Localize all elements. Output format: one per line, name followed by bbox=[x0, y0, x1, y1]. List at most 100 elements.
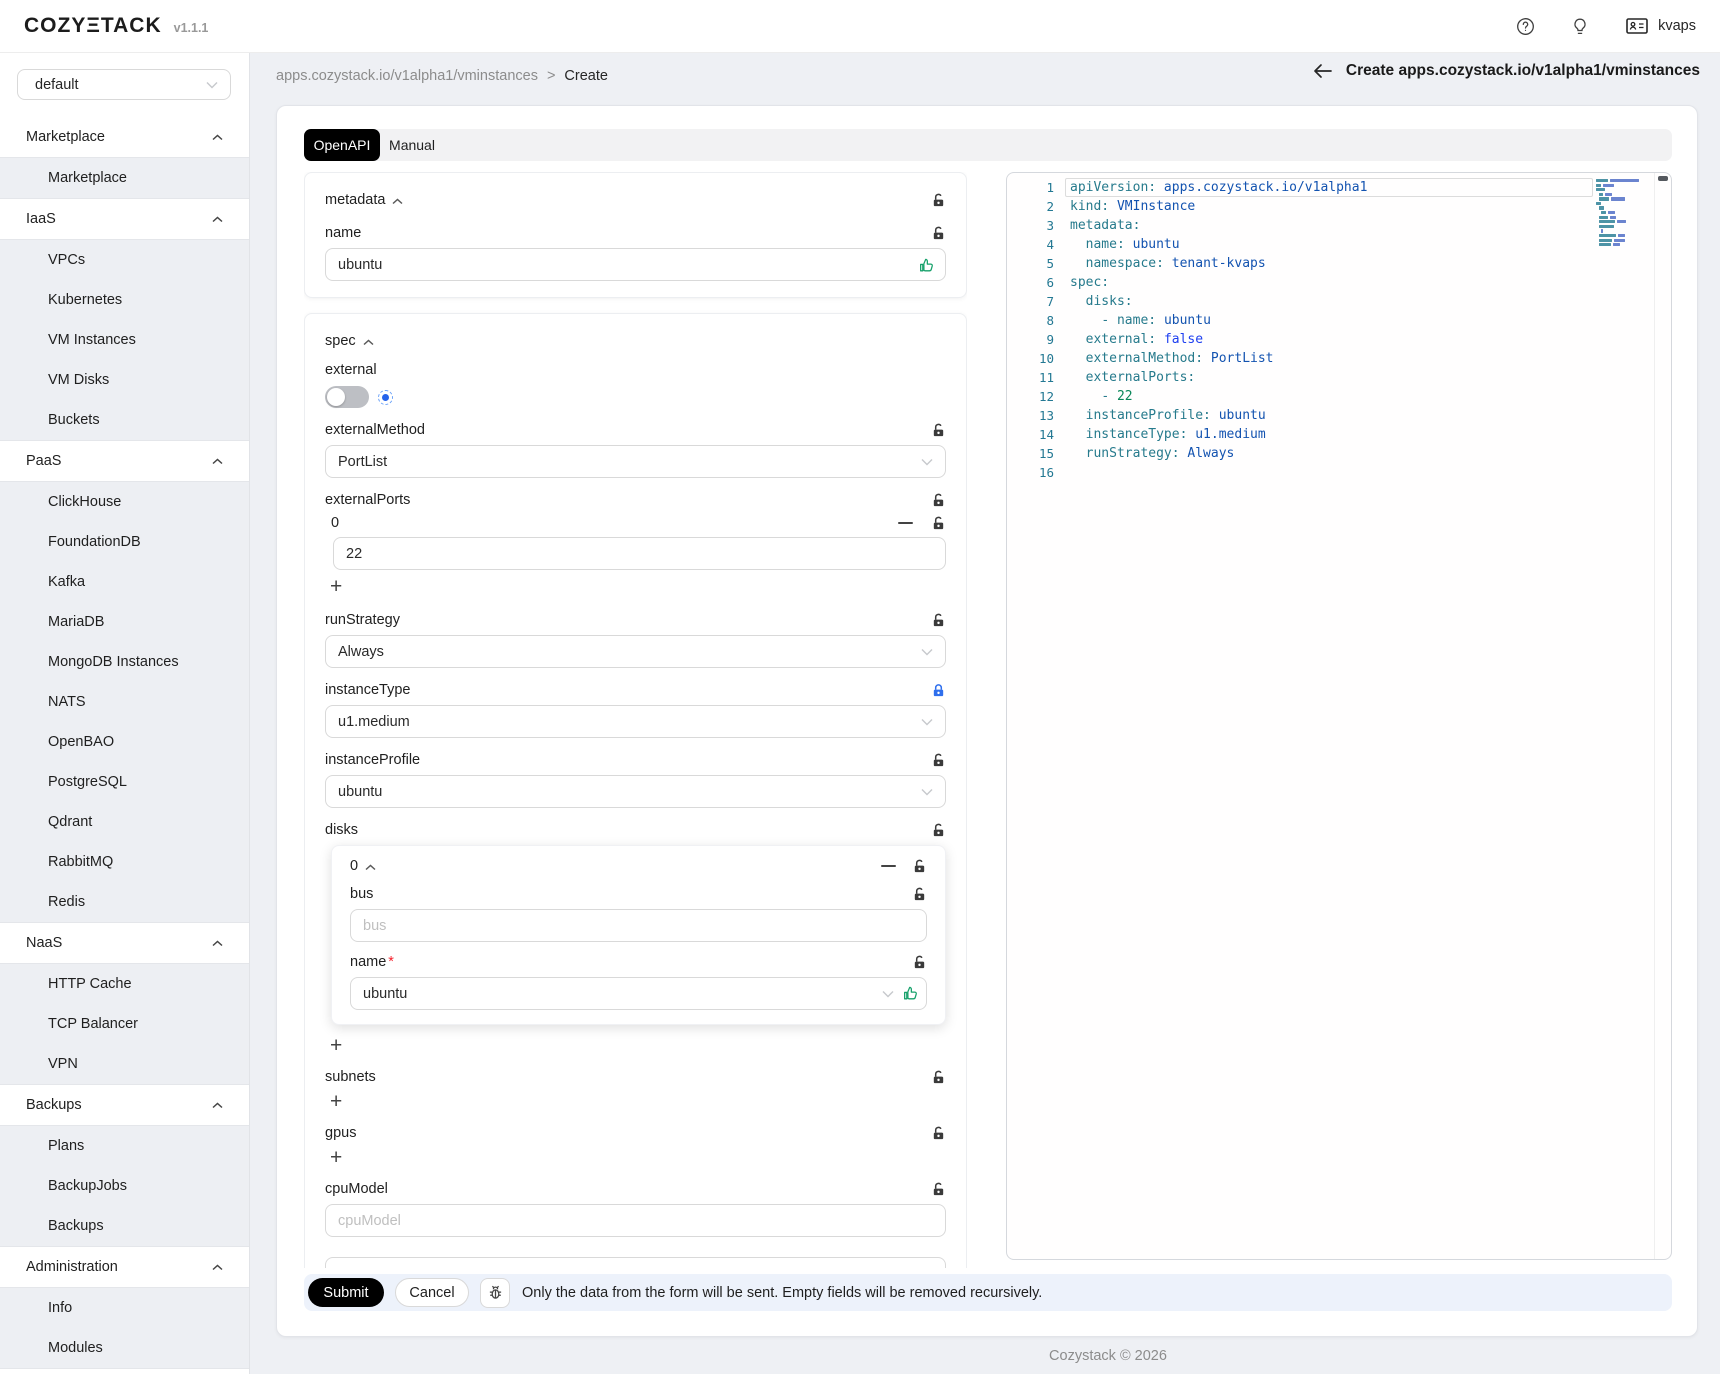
sidebar-item-clickhouse[interactable]: ClickHouse bbox=[0, 482, 249, 522]
lock-open-icon[interactable] bbox=[931, 753, 946, 768]
sidebar-item-mariadb[interactable]: MariaDB bbox=[0, 602, 249, 642]
breadcrumb-path[interactable]: apps.cozystack.io/v1alpha1/vminstances bbox=[276, 68, 538, 84]
sidebar-section-paas[interactable]: PaaS bbox=[0, 441, 249, 481]
back-arrow-icon[interactable] bbox=[1313, 63, 1333, 79]
sidebar-section-iaas[interactable]: IaaS bbox=[0, 199, 249, 239]
sidebar-item-backupjobs[interactable]: BackupJobs bbox=[0, 1166, 249, 1206]
sidebar-item-mongodb-instances[interactable]: MongoDB Instances bbox=[0, 642, 249, 682]
code-text: - name: ubuntu bbox=[1054, 311, 1211, 330]
disks-item-title[interactable]: 0 bbox=[350, 855, 376, 877]
add-disk-button[interactable]: + bbox=[330, 1036, 342, 1056]
lock-open-icon[interactable] bbox=[931, 1182, 946, 1197]
runstrategy-select[interactable]: Always bbox=[325, 635, 946, 668]
sidebar-item-modules[interactable]: Modules bbox=[0, 1328, 249, 1368]
sidebar-item-rabbitmq[interactable]: RabbitMQ bbox=[0, 842, 249, 882]
external-toggle[interactable] bbox=[325, 386, 369, 408]
thumbs-up-icon[interactable] bbox=[902, 985, 919, 1002]
instanceprofile-label: instanceProfile bbox=[325, 752, 420, 768]
sidebar-item-vm-instances[interactable]: VM Instances bbox=[0, 320, 249, 360]
metadata-section-title[interactable]: metadata bbox=[325, 189, 403, 211]
sidebar-item-redis[interactable]: Redis bbox=[0, 882, 249, 922]
thumbs-up-icon[interactable] bbox=[918, 257, 935, 274]
sidebar-item-backups[interactable]: Backups bbox=[0, 1206, 249, 1246]
next-field-partial[interactable] bbox=[325, 1257, 946, 1268]
yaml-editor[interactable]: 1apiVersion: apps.cozystack.io/v1alpha12… bbox=[1006, 172, 1672, 1260]
editor-minimap[interactable] bbox=[1596, 179, 1652, 252]
sidebar-item-vm-disks[interactable]: VM Disks bbox=[0, 360, 249, 400]
code-line: 12 - 22 bbox=[1007, 387, 1671, 406]
sidebar-item-vpcs[interactable]: VPCs bbox=[0, 240, 249, 280]
sidebar-item-buckets[interactable]: Buckets bbox=[0, 400, 249, 440]
sidebar-item-qdrant[interactable]: Qdrant bbox=[0, 802, 249, 842]
spec-section-title[interactable]: spec bbox=[325, 330, 374, 352]
sidebar-item-postgresql[interactable]: PostgreSQL bbox=[0, 762, 249, 802]
help-icon[interactable] bbox=[1516, 17, 1535, 36]
sidebar-item-plans[interactable]: Plans bbox=[0, 1126, 249, 1166]
namespace-select[interactable]: default bbox=[17, 69, 231, 100]
line-number: 16 bbox=[1007, 463, 1054, 482]
externalmethod-label: externalMethod bbox=[325, 422, 425, 438]
submit-button[interactable]: Submit bbox=[308, 1278, 384, 1307]
cpumodel-input[interactable] bbox=[338, 1213, 933, 1229]
chevron-up-icon bbox=[212, 458, 223, 465]
tab-manual[interactable]: Manual bbox=[380, 129, 444, 161]
remove-item-button[interactable] bbox=[898, 522, 913, 524]
sidebar-section-naas[interactable]: NaaS bbox=[0, 923, 249, 963]
externalports-item-input[interactable] bbox=[346, 546, 933, 562]
lock-open-icon[interactable] bbox=[912, 887, 927, 902]
externalmethod-select[interactable]: PortList bbox=[325, 445, 946, 478]
instanceprofile-select[interactable]: ubuntu bbox=[325, 775, 946, 808]
sidebar-item-info[interactable]: Info bbox=[0, 1288, 249, 1328]
sidebar-item-vpn[interactable]: VPN bbox=[0, 1044, 249, 1084]
instancetype-select[interactable]: u1.medium bbox=[325, 705, 946, 738]
sidebar-section-backups[interactable]: Backups bbox=[0, 1085, 249, 1125]
sidebar-item-nats[interactable]: NATS bbox=[0, 682, 249, 722]
lock-closed-icon[interactable] bbox=[931, 683, 946, 698]
add-subnet-button[interactable]: + bbox=[330, 1092, 342, 1112]
theme-lightbulb-icon[interactable] bbox=[1571, 17, 1589, 36]
user-menu[interactable]: kvaps bbox=[1625, 16, 1696, 36]
sidebar-item-tcp-balancer[interactable]: TCP Balancer bbox=[0, 1004, 249, 1044]
sidebar-item-foundationdb[interactable]: FoundationDB bbox=[0, 522, 249, 562]
sidebar-item-kafka[interactable]: Kafka bbox=[0, 562, 249, 602]
chevron-down-icon bbox=[921, 458, 933, 466]
sidebar-section-items: VPCsKubernetesVM InstancesVM DisksBucket… bbox=[0, 239, 249, 441]
code-line: 11 externalPorts: bbox=[1007, 368, 1671, 387]
lock-open-icon[interactable] bbox=[912, 955, 927, 970]
tab-openapi[interactable]: OpenAPI bbox=[304, 129, 380, 161]
sidebar-section-marketplace[interactable]: Marketplace bbox=[0, 117, 249, 157]
externalports-label: externalPorts bbox=[325, 492, 410, 508]
lock-open-icon[interactable] bbox=[931, 823, 946, 838]
sidebar-section-administration[interactable]: Administration bbox=[0, 1247, 249, 1287]
lock-open-icon[interactable] bbox=[931, 226, 946, 241]
disk-name-select[interactable]: ubuntu bbox=[350, 977, 927, 1010]
cancel-button[interactable]: Cancel bbox=[395, 1278, 469, 1307]
lock-open-icon[interactable] bbox=[931, 613, 946, 628]
reset-default-icon[interactable] bbox=[378, 390, 393, 405]
lock-open-icon[interactable] bbox=[931, 1070, 946, 1085]
lock-open-icon[interactable] bbox=[931, 423, 946, 438]
name-input[interactable] bbox=[338, 257, 933, 273]
externalports-item-index: 0 bbox=[331, 515, 339, 531]
lock-open-icon[interactable] bbox=[931, 493, 946, 508]
external-label: external bbox=[325, 362, 377, 378]
sidebar-item-http-cache[interactable]: HTTP Cache bbox=[0, 964, 249, 1004]
lock-open-icon[interactable] bbox=[931, 193, 946, 208]
sidebar-item-marketplace[interactable]: Marketplace bbox=[0, 158, 249, 198]
add-item-button[interactable]: + bbox=[330, 577, 342, 597]
sidebar-item-kubernetes[interactable]: Kubernetes bbox=[0, 280, 249, 320]
lock-open-icon[interactable] bbox=[931, 1126, 946, 1141]
debug-button[interactable] bbox=[480, 1278, 510, 1308]
line-number: 1 bbox=[1007, 178, 1054, 197]
sidebar-item-openbao[interactable]: OpenBAO bbox=[0, 722, 249, 762]
line-number: 2 bbox=[1007, 197, 1054, 216]
lock-open-icon[interactable] bbox=[931, 516, 946, 531]
code-text: spec: bbox=[1054, 273, 1109, 292]
remove-item-button[interactable] bbox=[881, 865, 896, 867]
line-number: 8 bbox=[1007, 311, 1054, 330]
add-gpu-button[interactable]: + bbox=[330, 1148, 342, 1168]
lock-open-icon[interactable] bbox=[912, 859, 927, 874]
editor-scrollbar-track bbox=[1654, 173, 1655, 1259]
editor-scrollbar-thumb[interactable] bbox=[1658, 176, 1668, 181]
bus-input[interactable] bbox=[363, 918, 914, 934]
